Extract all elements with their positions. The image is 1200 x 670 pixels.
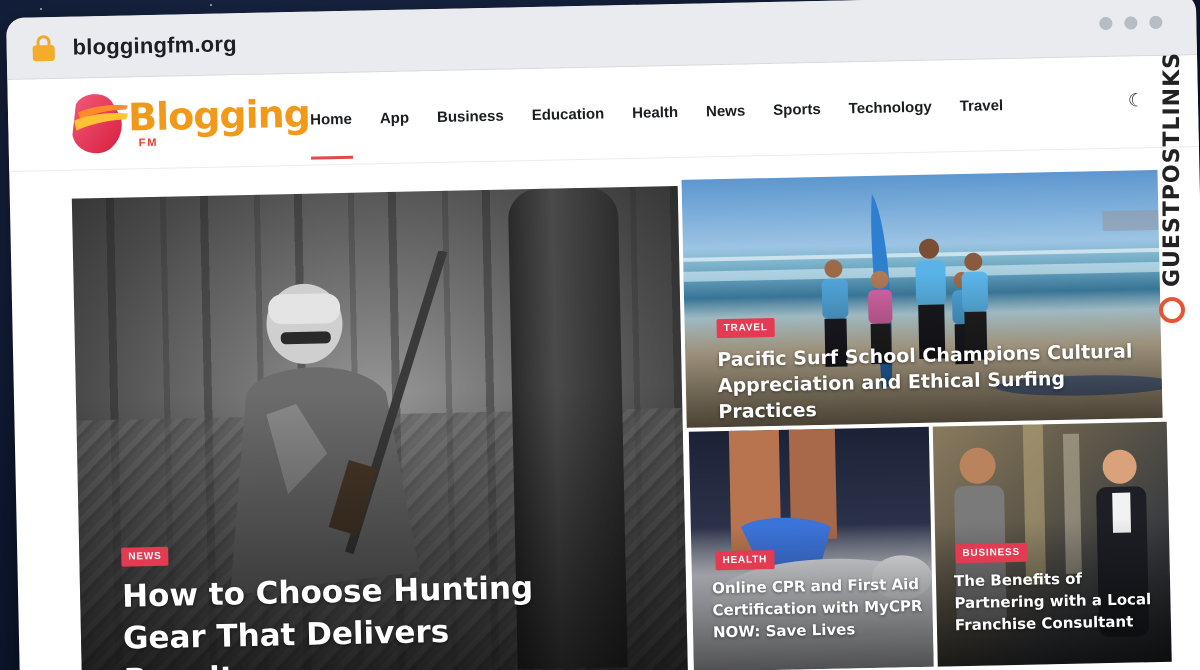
- nav-sports[interactable]: Sports: [758, 63, 835, 157]
- post-title[interactable]: Pacific Surf School Champions Cultural A…: [717, 338, 1139, 425]
- nav-business[interactable]: Business: [422, 69, 519, 163]
- site-logo[interactable]: Blogging FM: [68, 87, 310, 157]
- nav-app[interactable]: App: [365, 71, 424, 164]
- post-title[interactable]: The Benefits of Partnering with a Local …: [954, 566, 1165, 636]
- window-dot[interactable]: [1099, 16, 1113, 31]
- category-badge[interactable]: NEWS: [121, 546, 169, 567]
- lock-icon: [32, 34, 55, 61]
- nav-news[interactable]: News: [691, 64, 760, 157]
- link-icon: [1159, 297, 1185, 323]
- featured-post-surf[interactable]: TRAVEL Pacific Surf School Champions Cul…: [681, 169, 1163, 428]
- star: [40, 8, 42, 10]
- watermark-text: GUESTPOSTLINKS: [1159, 52, 1185, 287]
- logo-text: Blogging: [127, 91, 311, 140]
- logo-mark-icon: [72, 94, 129, 154]
- window-dot[interactable]: [1149, 15, 1163, 30]
- nav-travel[interactable]: Travel: [945, 59, 1018, 152]
- category-badge[interactable]: TRAVEL: [716, 317, 775, 339]
- nav-home[interactable]: Home: [295, 72, 367, 165]
- logo-subtext: FM: [138, 136, 159, 150]
- featured-post-hunting[interactable]: NEWS How to Choose Hunting Gear That Del…: [71, 185, 689, 670]
- category-badge[interactable]: HEALTH: [715, 550, 775, 571]
- category-badge[interactable]: BUSINESS: [955, 542, 1028, 564]
- nav-education[interactable]: Education: [517, 67, 619, 161]
- nav-technology[interactable]: Technology: [834, 60, 947, 154]
- post-title[interactable]: How to Choose Hunting Gear That Delivers…: [122, 567, 555, 670]
- moon-icon[interactable]: ☾: [1128, 90, 1145, 111]
- window-dot[interactable]: [1124, 16, 1138, 30]
- featured-post-cpr[interactable]: HEALTH Online CPR and First Aid Certific…: [688, 426, 934, 670]
- featured-grid: NEWS How to Choose Hunting Gear That Del…: [71, 169, 1172, 670]
- url-text[interactable]: bloggingfm.org: [72, 31, 237, 60]
- window-controls: [1099, 15, 1163, 31]
- browser-window: bloggingfm.org Blogging FM Home App Busi…: [6, 0, 1200, 670]
- main-nav: Home App Business Education Health News …: [295, 59, 1018, 166]
- featured-post-franchise[interactable]: BUSINESS The Benefits of Partnering with…: [932, 421, 1172, 667]
- star: [210, 4, 212, 6]
- post-title[interactable]: Online CPR and First Aid Certification w…: [712, 573, 923, 643]
- watermark: GUESTPOSTLINKS: [1152, 52, 1192, 352]
- nav-health[interactable]: Health: [617, 66, 693, 160]
